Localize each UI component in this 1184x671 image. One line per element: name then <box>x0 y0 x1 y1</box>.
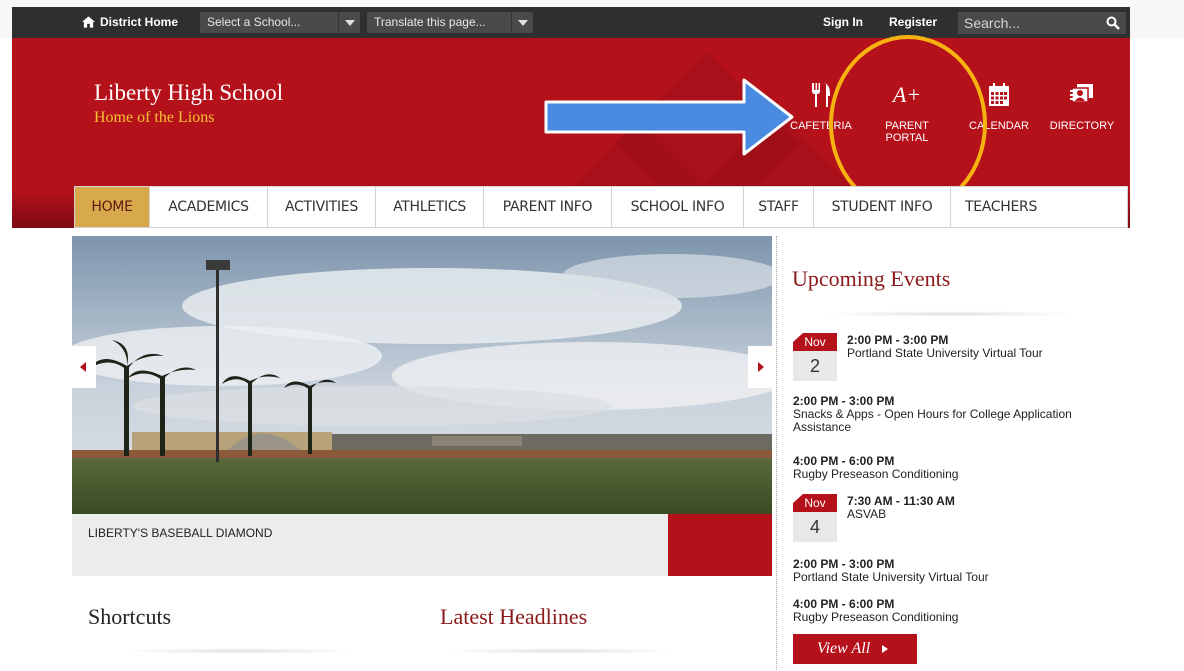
translate-select-value: Translate this page... <box>374 15 486 29</box>
main-nav: HOME ACADEMICS ACTIVITIES ATHLETICS PARE… <box>74 186 1128 228</box>
slide-prev-button[interactable] <box>72 346 96 388</box>
school-select[interactable]: Select a School... <box>200 12 360 33</box>
annotation-arrow <box>544 78 794 156</box>
quick-link-directory[interactable]: DIRECTORY <box>1047 80 1117 132</box>
events-heading: Upcoming Events <box>792 266 951 291</box>
event-item[interactable]: 2:00 PM - 3:00 PM Portland State Univers… <box>847 334 1043 360</box>
event-title: Portland State University Virtual Tour <box>847 346 1043 360</box>
district-home-label: District Home <box>100 15 179 29</box>
translate-select[interactable]: Translate this page... <box>367 12 533 33</box>
slide-next-button[interactable] <box>748 346 772 388</box>
slide-photo[interactable] <box>72 236 772 514</box>
headlines-heading: Latest Headlines <box>440 604 588 629</box>
date-day: 2 <box>793 351 837 381</box>
utility-bar: District Home Select a School... Transla… <box>12 7 1130 38</box>
chevron-down-icon <box>511 12 533 33</box>
event-item[interactable]: 2:00 PM - 3:00 PM Snacks & Apps - Open H… <box>793 395 1113 434</box>
date-badge: Nov 2 <box>793 333 837 381</box>
slideshow: LIBERTY'S BASEBALL DIAMOND <box>72 236 772 576</box>
search-input[interactable] <box>958 12 1098 34</box>
date-month: Nov <box>793 494 837 512</box>
shortcuts-heading: Shortcuts <box>88 604 172 629</box>
nav-item-athletics[interactable]: ATHLETICS <box>376 187 484 227</box>
nav-item-school-info[interactable]: SCHOOL INFO <box>612 187 744 227</box>
date-month: Nov <box>793 333 837 351</box>
nav-item-home[interactable]: HOME <box>75 187 150 227</box>
date-badge: Nov 4 <box>793 494 837 542</box>
event-title: Portland State University Virtual Tour <box>793 570 989 584</box>
district-home-link[interactable]: District Home <box>82 15 178 29</box>
search-icon <box>1106 16 1120 30</box>
school-select-value: Select a School... <box>207 15 301 29</box>
nav-item-staff[interactable]: STAFF <box>744 187 814 227</box>
caption-bar <box>72 514 668 576</box>
school-name[interactable]: Liberty High School <box>94 80 283 106</box>
event-title: ASVAB <box>847 507 887 521</box>
directory-icon <box>1047 80 1117 110</box>
nav-item-student-info[interactable]: STUDENT INFO <box>814 187 951 227</box>
school-tagline: Home of the Lions <box>94 109 215 126</box>
sign-in-link[interactable]: Sign In <box>823 15 863 29</box>
view-all-button[interactable]: View All <box>793 634 917 664</box>
chevron-down-icon <box>338 12 360 33</box>
nav-item-teachers[interactable]: TEACHERS <box>951 187 1051 227</box>
slide-caption: LIBERTY'S BASEBALL DIAMOND <box>88 526 273 540</box>
utility-bar-background: District Home Select a School... Transla… <box>0 0 1184 38</box>
events-divider <box>820 311 1080 317</box>
event-item[interactable]: 7:30 AM - 11:30 AM ASVAB <box>847 495 955 521</box>
headlines-divider <box>440 648 680 654</box>
register-link[interactable]: Register <box>889 15 937 29</box>
event-title: Snacks & Apps - Open Hours for College A… <box>793 407 1072 434</box>
nav-item-activities[interactable]: ACTIVITIES <box>268 187 376 227</box>
caption-accent <box>668 514 772 576</box>
search-box <box>958 12 1126 34</box>
search-button[interactable] <box>1100 12 1126 34</box>
event-item[interactable]: 2:00 PM - 3:00 PM Portland State Univers… <box>793 558 989 584</box>
event-item[interactable]: 4:00 PM - 6:00 PM Rugby Preseason Condit… <box>793 598 958 624</box>
event-title: Rugby Preseason Conditioning <box>793 467 959 481</box>
quick-link-label: DIRECTORY <box>1049 120 1115 132</box>
nav-item-parent-info[interactable]: PARENT INFO <box>484 187 612 227</box>
shortcuts-divider <box>120 648 360 654</box>
event-item[interactable]: 4:00 PM - 6:00 PM Rugby Preseason Condit… <box>793 455 958 481</box>
page: District Home Select a School... Transla… <box>0 0 1184 671</box>
date-day: 4 <box>793 512 837 542</box>
nav-item-academics[interactable]: ACADEMICS <box>150 187 268 227</box>
column-divider <box>776 236 777 671</box>
home-icon <box>82 16 95 28</box>
event-title: Rugby Preseason Conditioning <box>793 610 959 624</box>
